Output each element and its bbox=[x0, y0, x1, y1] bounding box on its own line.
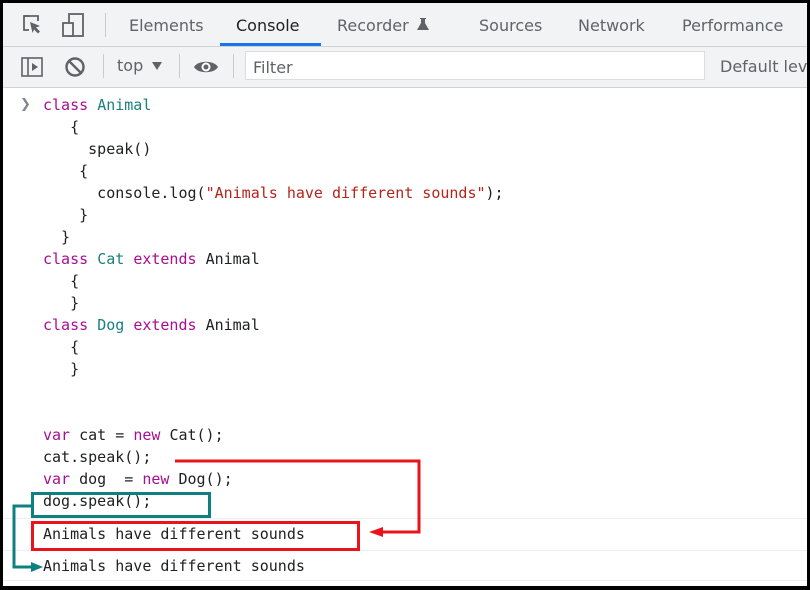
dropdown-arrow-icon bbox=[152, 62, 163, 70]
sidebar-toggle-icon[interactable] bbox=[21, 57, 43, 77]
red-arrow-line bbox=[175, 459, 421, 534]
divider bbox=[103, 54, 104, 78]
inspect-element-icon[interactable] bbox=[20, 13, 44, 37]
console-panel: ❯ class Animal { speak() { console.log("… bbox=[3, 88, 807, 586]
divider bbox=[105, 13, 106, 37]
context-selector[interactable]: top bbox=[117, 56, 163, 75]
teal-arrow-line bbox=[12, 504, 33, 569]
tab-elements[interactable]: Elements bbox=[129, 16, 204, 35]
eye-icon[interactable] bbox=[193, 58, 219, 76]
annotation-arrows bbox=[12, 459, 421, 572]
tab-sources[interactable]: Sources bbox=[479, 16, 542, 35]
device-toolbar-icon[interactable] bbox=[61, 12, 85, 38]
flask-icon bbox=[416, 18, 429, 30]
devtools-window: Elements Console Recorder Sources Networ… bbox=[3, 3, 807, 586]
active-tab-indicator bbox=[220, 43, 321, 46]
context-value: top bbox=[117, 56, 144, 75]
tab-performance[interactable]: Performance bbox=[682, 16, 783, 35]
filter-input[interactable]: Filter bbox=[245, 51, 705, 80]
teal-arrow-head bbox=[31, 562, 43, 572]
divider bbox=[233, 54, 234, 78]
tab-network[interactable]: Network bbox=[578, 16, 645, 35]
console-toolbar: top Filter Default lev bbox=[3, 47, 807, 88]
clear-console-icon[interactable] bbox=[64, 56, 86, 78]
tab-console[interactable]: Console bbox=[236, 16, 300, 35]
divider bbox=[179, 54, 180, 78]
devtools-tabbar: Elements Console Recorder Sources Networ… bbox=[3, 3, 807, 47]
log-levels-dropdown[interactable]: Default lev bbox=[720, 57, 807, 76]
red-arrow-head bbox=[369, 527, 383, 537]
tab-recorder-label: Recorder bbox=[337, 16, 409, 35]
tab-recorder[interactable]: Recorder bbox=[337, 16, 429, 35]
